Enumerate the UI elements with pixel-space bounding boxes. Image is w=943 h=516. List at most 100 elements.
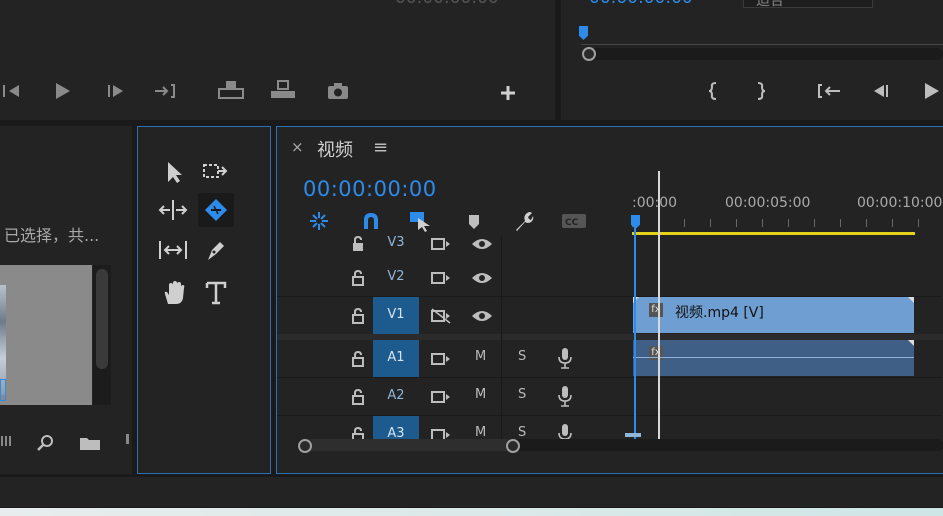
track-name[interactable]: V3: [373, 235, 419, 259]
clip-fx-badge[interactable]: fx: [649, 303, 663, 317]
mute-button[interactable]: M: [475, 425, 486, 439]
step-forward-icon[interactable]: [104, 80, 128, 102]
project-panel: 已选择，共...: [0, 126, 132, 474]
timeline-timecode[interactable]: 00:00:00:00: [303, 177, 437, 201]
mute-button[interactable]: M: [475, 349, 486, 364]
step-back-icon[interactable]: [867, 80, 893, 102]
eye-icon[interactable]: [469, 305, 495, 327]
track-a3: A3 M S: [277, 416, 942, 439]
ruler-label-0: :00:00: [632, 195, 678, 211]
selection-status: 已选择，共...: [4, 226, 100, 245]
track-header-divider: [501, 235, 502, 439]
sequence-tab-title[interactable]: 视频: [317, 136, 353, 162]
hand-tool-icon[interactable]: [158, 277, 190, 309]
program-monitor: 00:00:00:00 适合: [561, 0, 943, 120]
mark-in-brace-icon[interactable]: [703, 80, 723, 102]
program-mini-ruler[interactable]: [581, 26, 943, 45]
solo-button[interactable]: S: [518, 349, 526, 364]
razor-tool-icon[interactable]: [198, 193, 234, 227]
program-zoom-bar[interactable]: [583, 48, 943, 60]
timeline-menu-icon[interactable]: ≡: [373, 137, 388, 158]
nest-icon[interactable]: [307, 209, 331, 233]
wrench-settings-icon[interactable]: [511, 209, 535, 233]
eye-icon[interactable]: [469, 235, 495, 255]
play-icon[interactable]: [50, 80, 74, 102]
timeline-close-button[interactable]: ×: [291, 138, 304, 156]
track-name[interactable]: A3: [373, 416, 419, 439]
track-name[interactable]: V1: [373, 297, 419, 334]
edit-point-line: [658, 171, 660, 439]
sync-lock-icon[interactable]: [429, 348, 453, 370]
sync-lock-icon[interactable]: [429, 267, 453, 289]
pen-tool-icon[interactable]: [200, 235, 232, 265]
go-to-out-icon[interactable]: [152, 80, 180, 102]
track-name[interactable]: A2: [373, 378, 419, 414]
insert-icon[interactable]: [215, 78, 247, 102]
go-to-in-icon[interactable]: [815, 80, 843, 102]
camera-icon[interactable]: [324, 80, 352, 102]
eye-icon[interactable]: [469, 267, 495, 289]
fit-label: 适合: [756, 0, 784, 9]
program-play-icon[interactable]: [919, 80, 943, 102]
track-v3: V3: [277, 235, 942, 260]
program-zoom-handle[interactable]: [582, 47, 596, 61]
mark-out-icon[interactable]: [0, 80, 22, 102]
lock-icon[interactable]: [347, 235, 369, 255]
ruler-ticks: [632, 219, 943, 227]
desktop-strip: [0, 508, 943, 516]
track-name[interactable]: V2: [373, 259, 419, 295]
microphone-icon[interactable]: [555, 346, 575, 370]
sync-lock-icon[interactable]: [429, 424, 453, 439]
list-view-icon[interactable]: [0, 432, 14, 450]
project-scrollbar[interactable]: [93, 265, 111, 405]
track-select-tool-icon[interactable]: [200, 157, 232, 187]
mark-out-brace-icon[interactable]: [751, 80, 771, 102]
video-clip[interactable]: fx 视频.mp4 [V]: [633, 297, 914, 333]
microphone-icon[interactable]: [555, 384, 575, 408]
search-icon[interactable]: [34, 432, 56, 454]
sync-lock-icon[interactable]: [429, 386, 453, 408]
project-overflow-mark: [126, 434, 129, 444]
overwrite-icon[interactable]: [267, 78, 299, 102]
lock-icon[interactable]: [347, 267, 369, 289]
linked-selection-icon[interactable]: [407, 209, 433, 233]
ruler-label-2: 00:00:10:00: [857, 195, 943, 211]
solo-button[interactable]: S: [518, 425, 526, 439]
program-timecode: 00:00:00:00: [589, 0, 693, 8]
captions-cc-icon[interactable]: CC: [561, 211, 587, 231]
video-clip-label: 视频.mp4 [V]: [675, 305, 764, 321]
add-marker-icon[interactable]: [463, 211, 485, 233]
selection-tool-icon[interactable]: [158, 157, 190, 187]
ripple-edit-tool-icon[interactable]: [156, 195, 190, 225]
timeline-zoom-thumb[interactable]: [303, 439, 513, 451]
track-a1: A1 M S fx: [277, 340, 942, 378]
playhead-line[interactable]: [634, 227, 636, 439]
sync-lock-icon[interactable]: [429, 235, 453, 255]
timeline-panel: × 视频 ≡ 00:00:00:00 CC :00:00 00:00:05:00…: [276, 126, 943, 474]
project-thumbnail[interactable]: [0, 265, 92, 405]
add-icon[interactable]: [495, 80, 521, 106]
project-scroll-thumb[interactable]: [96, 269, 108, 369]
folder-icon[interactable]: [78, 432, 102, 454]
lock-icon[interactable]: [347, 348, 369, 370]
timeline-zoom-handle-left[interactable]: [298, 439, 312, 453]
lock-icon[interactable]: [347, 424, 369, 439]
lock-icon[interactable]: [347, 386, 369, 408]
solo-button[interactable]: S: [518, 387, 526, 402]
slip-tool-icon[interactable]: [156, 235, 190, 265]
thumbnail-selection: [0, 379, 6, 401]
audio-volume-line[interactable]: [633, 357, 914, 358]
type-tool-icon[interactable]: [200, 277, 232, 309]
timeline-zoom-handle-right[interactable]: [506, 439, 520, 453]
time-ruler[interactable]: :00:00 00:00:05:00 00:00:10:00: [632, 187, 943, 235]
track-v2: V2: [277, 259, 942, 297]
source-timecode: 00:00:00:00: [395, 0, 499, 8]
toggle-output-icon[interactable]: [429, 305, 453, 327]
fit-dropdown[interactable]: 适合: [743, 0, 873, 9]
lock-icon[interactable]: [347, 305, 369, 327]
mute-button[interactable]: M: [475, 387, 486, 402]
track-name[interactable]: A1: [373, 340, 419, 377]
snap-magnet-icon[interactable]: [359, 209, 383, 233]
audio-clip[interactable]: fx: [633, 340, 914, 376]
microphone-icon[interactable]: [555, 422, 575, 439]
